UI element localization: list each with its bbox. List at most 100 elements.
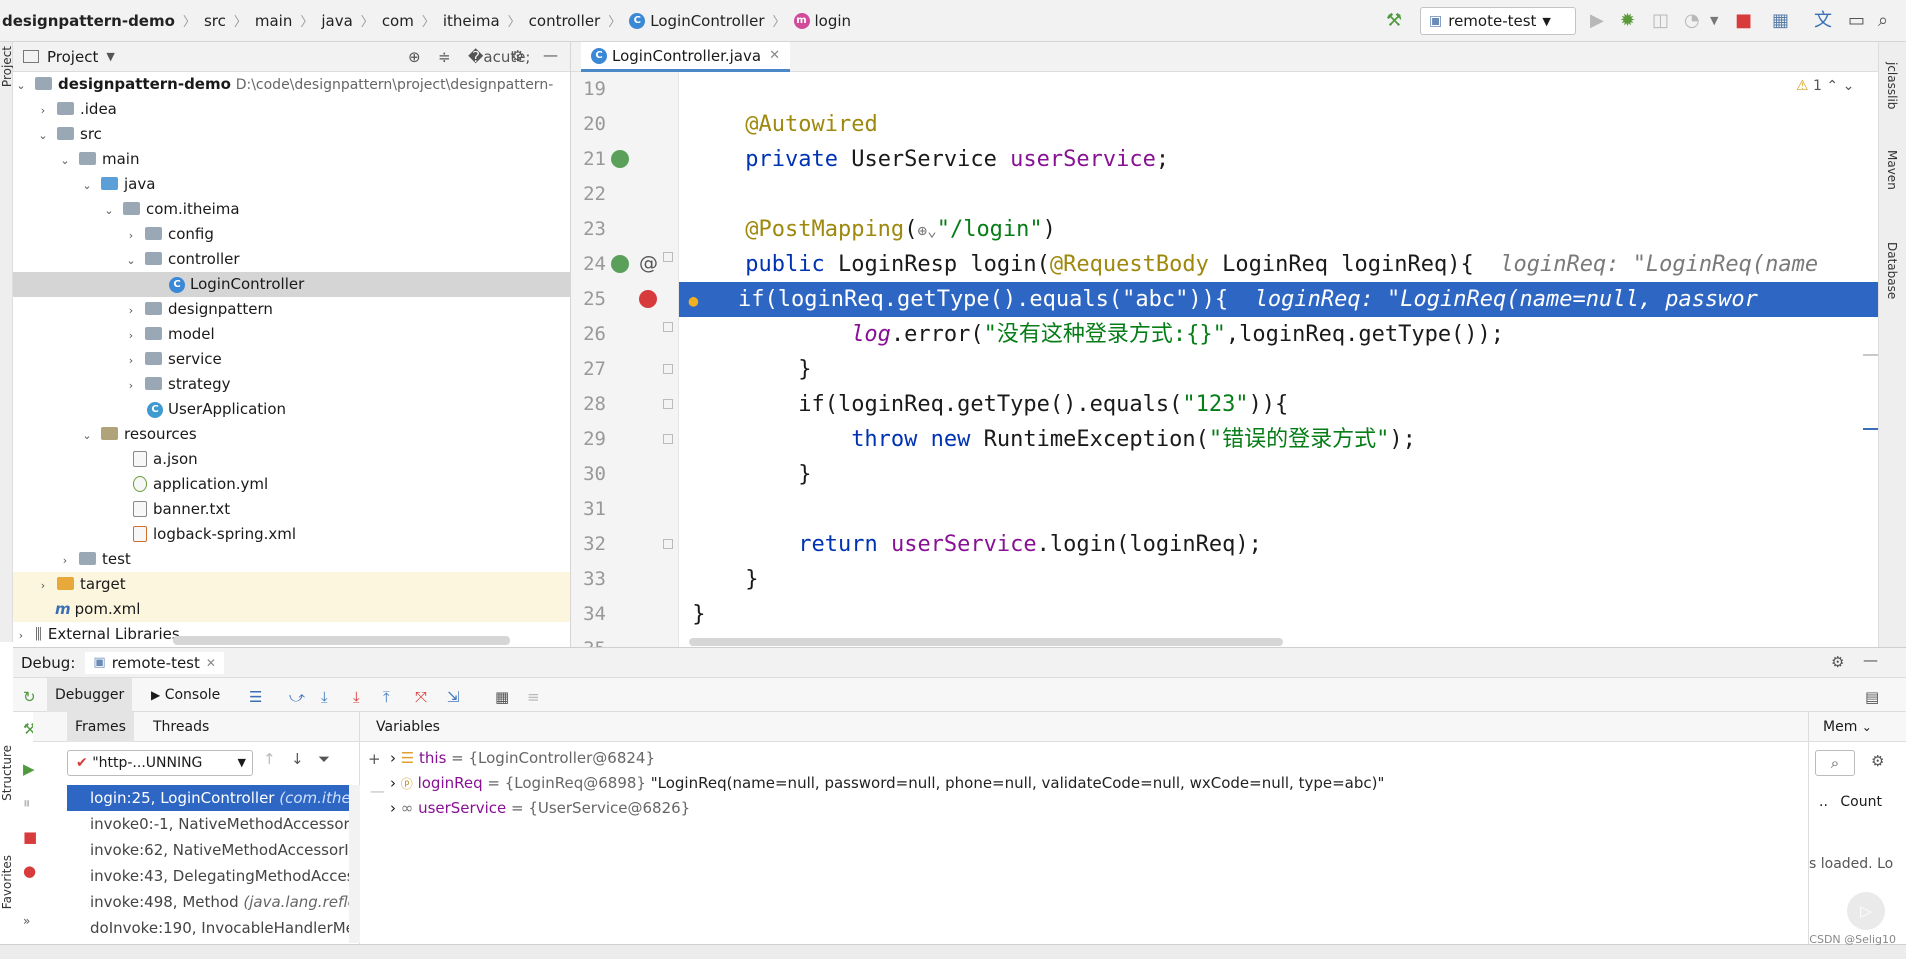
close-icon[interactable]: ✕	[206, 656, 216, 670]
favorites-tool-label[interactable]: Favorites	[0, 855, 14, 909]
pause-icon[interactable]: ⏸	[23, 794, 31, 812]
tree-item-bannertxt[interactable]: banner.txt	[13, 497, 570, 522]
variable-row[interactable]: › ☰ this = {LoginController@6824}	[390, 746, 655, 771]
tree-item-config[interactable]: › config	[13, 222, 570, 247]
drop-frame-icon[interactable]: ⤧	[415, 688, 427, 706]
memory-search-input[interactable]: ⌕	[1815, 750, 1855, 776]
chevron-down-icon[interactable]: ⌄	[103, 198, 115, 223]
step-out-icon[interactable]: ⤒	[383, 688, 390, 706]
video-play-icon[interactable]: ▷	[1847, 892, 1885, 930]
breadcrumb-src[interactable]: src	[204, 12, 226, 30]
chevron-down-icon[interactable]: ⌄	[15, 73, 27, 98]
variable-row[interactable]: › ⓟ loginReq = {LoginReq@6898} "LoginReq…	[390, 771, 1384, 796]
tab-debug-session[interactable]: ▣ remote-test ✕	[85, 651, 224, 674]
close-icon[interactable]: ✕	[769, 48, 780, 63]
chevron-right-icon[interactable]: ›	[125, 298, 137, 323]
chevron-right-icon[interactable]: ›	[390, 774, 396, 792]
memory-count-header[interactable]: .. Count	[1819, 794, 1882, 810]
chevron-right-icon[interactable]: ›	[59, 548, 71, 573]
horizontal-scrollbar[interactable]	[173, 636, 510, 645]
filter-icon[interactable]: ⏷	[318, 750, 330, 768]
tree-item-service[interactable]: › service	[13, 347, 570, 372]
spring-bean-icon[interactable]	[611, 150, 629, 168]
locate-target-icon[interactable]: ⊕	[408, 48, 421, 66]
memory-loaded-link[interactable]: s loaded. Lo	[1809, 856, 1893, 872]
step-over-icon[interactable]: ⤓	[321, 688, 328, 706]
frame-item[interactable]: invoke:498, Method (java.lang.reflect)	[67, 889, 349, 915]
tree-item-resources[interactable]: ⌄ resources	[13, 422, 570, 447]
frame-item[interactable]: invoke:62, NativeMethodAccessorImp	[67, 837, 349, 863]
fold-icon[interactable]	[663, 539, 673, 549]
tree-item-model[interactable]: › model	[13, 322, 570, 347]
memory-header[interactable]: Mem ⌄	[1809, 712, 1906, 742]
fold-icon[interactable]	[663, 322, 673, 332]
run-to-cursor-icon[interactable]: ⇲	[447, 688, 460, 706]
project-tool-label[interactable]: Project	[0, 46, 14, 87]
tree-item-logbackxml[interactable]: logback-spring.xml	[13, 522, 570, 547]
chevron-down-icon[interactable]: ⌄	[81, 423, 93, 448]
code-line-27[interactable]: }	[679, 352, 1906, 387]
frames-scrollbar[interactable]	[349, 785, 360, 943]
chevron-down-icon[interactable]: ⌄	[1843, 78, 1855, 94]
code-line-29[interactable]: throw new RuntimeException("错误的登录方式");	[679, 422, 1906, 457]
code-line-31[interactable]	[679, 492, 1906, 527]
tree-item-designpattern[interactable]: › designpattern	[13, 297, 570, 322]
frame-item[interactable]: invoke0:-1, NativeMethodAccessorIm	[67, 811, 349, 837]
tree-item-src[interactable]: ⌄ src	[13, 122, 570, 147]
remove-watch-icon[interactable]: —	[370, 782, 385, 800]
run-icon[interactable]: ▶	[1590, 10, 1604, 32]
code-line-25-current[interactable]: ● if(loginReq.getType().equals("abc")){ …	[679, 282, 1906, 317]
tree-item-ajson[interactable]: a.json	[13, 447, 570, 472]
fold-icon[interactable]	[663, 252, 673, 262]
breadcrumb-method[interactable]: m login	[793, 12, 851, 30]
fold-icon[interactable]	[663, 399, 673, 409]
bulb-icon[interactable]: ●	[679, 291, 699, 310]
tab-logincontroller[interactable]: C LoginController.java ✕	[581, 42, 790, 72]
tab-threads[interactable]: Threads	[153, 712, 209, 742]
frame-item[interactable]: invoke:43, DelegatingMethodAccesso	[67, 863, 349, 889]
breadcrumb-project[interactable]: designpattern-demo	[0, 12, 175, 30]
breadcrumb-com[interactable]: com	[382, 12, 414, 30]
code-line-20[interactable]: @Autowired	[679, 107, 1906, 142]
chevron-right-icon[interactable]: ›	[125, 223, 137, 248]
warnings-indicator[interactable]: ⚠ 1 ⌃ ⌄	[1796, 78, 1854, 94]
chevron-right-icon[interactable]: ›	[37, 573, 49, 598]
tree-item-target[interactable]: › target	[13, 572, 570, 597]
structure-tool-label[interactable]: Structure	[0, 745, 14, 801]
thread-select[interactable]: ✔ "http-...UNNING ▼	[67, 750, 253, 776]
code-line-34[interactable]: }	[679, 597, 1906, 632]
breadcrumb-class[interactable]: C LoginController	[629, 12, 765, 30]
tab-console[interactable]: ▶ Console	[143, 678, 228, 712]
build-hammer-icon[interactable]: ⚒	[1386, 10, 1402, 32]
coverage-icon[interactable]: ◫	[1652, 10, 1669, 32]
chevron-right-icon[interactable]: ›	[15, 623, 27, 648]
arrow-down-icon[interactable]: ↓	[291, 750, 304, 768]
fold-icon[interactable]	[663, 434, 673, 444]
chevron-down-icon[interactable]: ⌄	[59, 148, 71, 173]
minimize-icon[interactable]: —	[543, 46, 558, 64]
code-line-28[interactable]: if(loginReq.getType().equals("123")){	[679, 387, 1906, 422]
breadcrumb-main[interactable]: main	[255, 12, 292, 30]
maven-tool-label[interactable]: Maven	[1885, 150, 1899, 190]
more-run-dropdown-icon[interactable]: ▼	[1710, 10, 1718, 32]
breadcrumb-java[interactable]: java	[321, 12, 352, 30]
variable-row[interactable]: › ∞ userService = {UserService@6826}	[390, 796, 690, 821]
tree-item-userapplication[interactable]: C UserApplication	[13, 397, 570, 422]
chevron-down-icon[interactable]: ⌄	[81, 173, 93, 198]
code-line-26[interactable]: log.error("没有这种登录方式:{}",loginReq.getType…	[679, 317, 1906, 352]
globe-icon[interactable]: ⊕⌄	[917, 221, 936, 240]
code-line-22[interactable]	[679, 177, 1906, 212]
expand-more-icon[interactable]: »	[23, 914, 30, 928]
breadcrumb-itheima[interactable]: itheima	[443, 12, 500, 30]
database-tool-label[interactable]: Database	[1885, 242, 1899, 299]
show-execution-point-icon[interactable]: ⤻	[289, 688, 305, 706]
presentation-icon[interactable]: ▭	[1848, 10, 1865, 32]
evaluate-expression-icon[interactable]: ▦	[495, 688, 509, 706]
code-line-21[interactable]: private UserService userService;	[679, 142, 1906, 177]
arrow-up-icon[interactable]: ↑	[263, 750, 276, 768]
tree-item-package[interactable]: ⌄ com.itheima	[13, 197, 570, 222]
minimize-icon[interactable]: —	[1863, 651, 1878, 669]
tree-item-idea[interactable]: › .idea	[13, 97, 570, 122]
fold-icon[interactable]	[663, 364, 673, 374]
at-mapping-icon[interactable]: @	[639, 252, 658, 274]
